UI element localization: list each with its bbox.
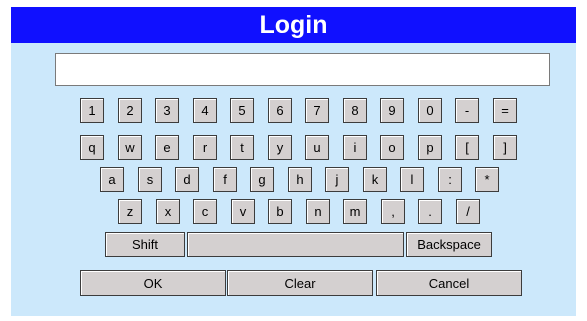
key-m[interactable]: m [343, 199, 367, 224]
key-v[interactable]: v [231, 199, 255, 224]
key-x[interactable]: x [156, 199, 180, 224]
clear-button[interactable]: Clear [227, 270, 373, 296]
shift-key[interactable]: Shift [105, 232, 185, 257]
login-dialog: Login 1 2 3 4 5 6 7 8 9 0- = q w e r t y u i o p [] a s d f g h j k l:… [11, 7, 576, 316]
key-e[interactable]: e [155, 135, 179, 160]
key-0[interactable]: 0 [418, 98, 442, 123]
key-n[interactable]: n [306, 199, 330, 224]
key-s[interactable]: s [138, 167, 162, 192]
key-colon[interactable]: : [438, 167, 462, 192]
key-3[interactable]: 3 [155, 98, 179, 123]
key-h[interactable]: h [288, 167, 312, 192]
key-b[interactable]: b [268, 199, 292, 224]
key-w[interactable]: w [118, 135, 142, 160]
key-1[interactable]: 1 [80, 98, 104, 123]
ok-button[interactable]: OK [80, 270, 226, 296]
key-asterisk[interactable]: * [475, 167, 499, 192]
key-j[interactable]: j [325, 167, 349, 192]
key-9[interactable]: 9 [380, 98, 404, 123]
key-slash[interactable]: / [456, 199, 480, 224]
key-equals[interactable]: = [493, 98, 517, 123]
key-a[interactable]: a [100, 167, 124, 192]
key-z[interactable]: z [118, 199, 142, 224]
key-2[interactable]: 2 [118, 98, 142, 123]
key-r[interactable]: r [193, 135, 217, 160]
key-q[interactable]: q [80, 135, 104, 160]
key-i[interactable]: i [343, 135, 367, 160]
key-d[interactable]: d [175, 167, 199, 192]
key-minus[interactable]: - [455, 98, 479, 123]
key-7[interactable]: 7 [305, 98, 329, 123]
key-k[interactable]: k [363, 167, 387, 192]
key-y[interactable]: y [268, 135, 292, 160]
key-g[interactable]: g [250, 167, 274, 192]
key-5[interactable]: 5 [230, 98, 254, 123]
key-t[interactable]: t [230, 135, 254, 160]
key-comma[interactable]: , [381, 199, 405, 224]
key-4[interactable]: 4 [193, 98, 217, 123]
cancel-button[interactable]: Cancel [376, 270, 522, 296]
dialog-title: Login [11, 7, 576, 43]
key-l[interactable]: l [400, 167, 424, 192]
key-right-bracket[interactable]: ] [493, 135, 517, 160]
key-f[interactable]: f [213, 167, 237, 192]
space-key[interactable] [187, 232, 404, 257]
backspace-key[interactable]: Backspace [406, 232, 492, 257]
key-6[interactable]: 6 [268, 98, 292, 123]
key-u[interactable]: u [305, 135, 329, 160]
login-text-input[interactable] [55, 53, 550, 86]
key-c[interactable]: c [193, 199, 217, 224]
key-left-bracket[interactable]: [ [455, 135, 479, 160]
key-p[interactable]: p [418, 135, 442, 160]
key-8[interactable]: 8 [343, 98, 367, 123]
key-period[interactable]: . [418, 199, 442, 224]
key-o[interactable]: o [380, 135, 404, 160]
